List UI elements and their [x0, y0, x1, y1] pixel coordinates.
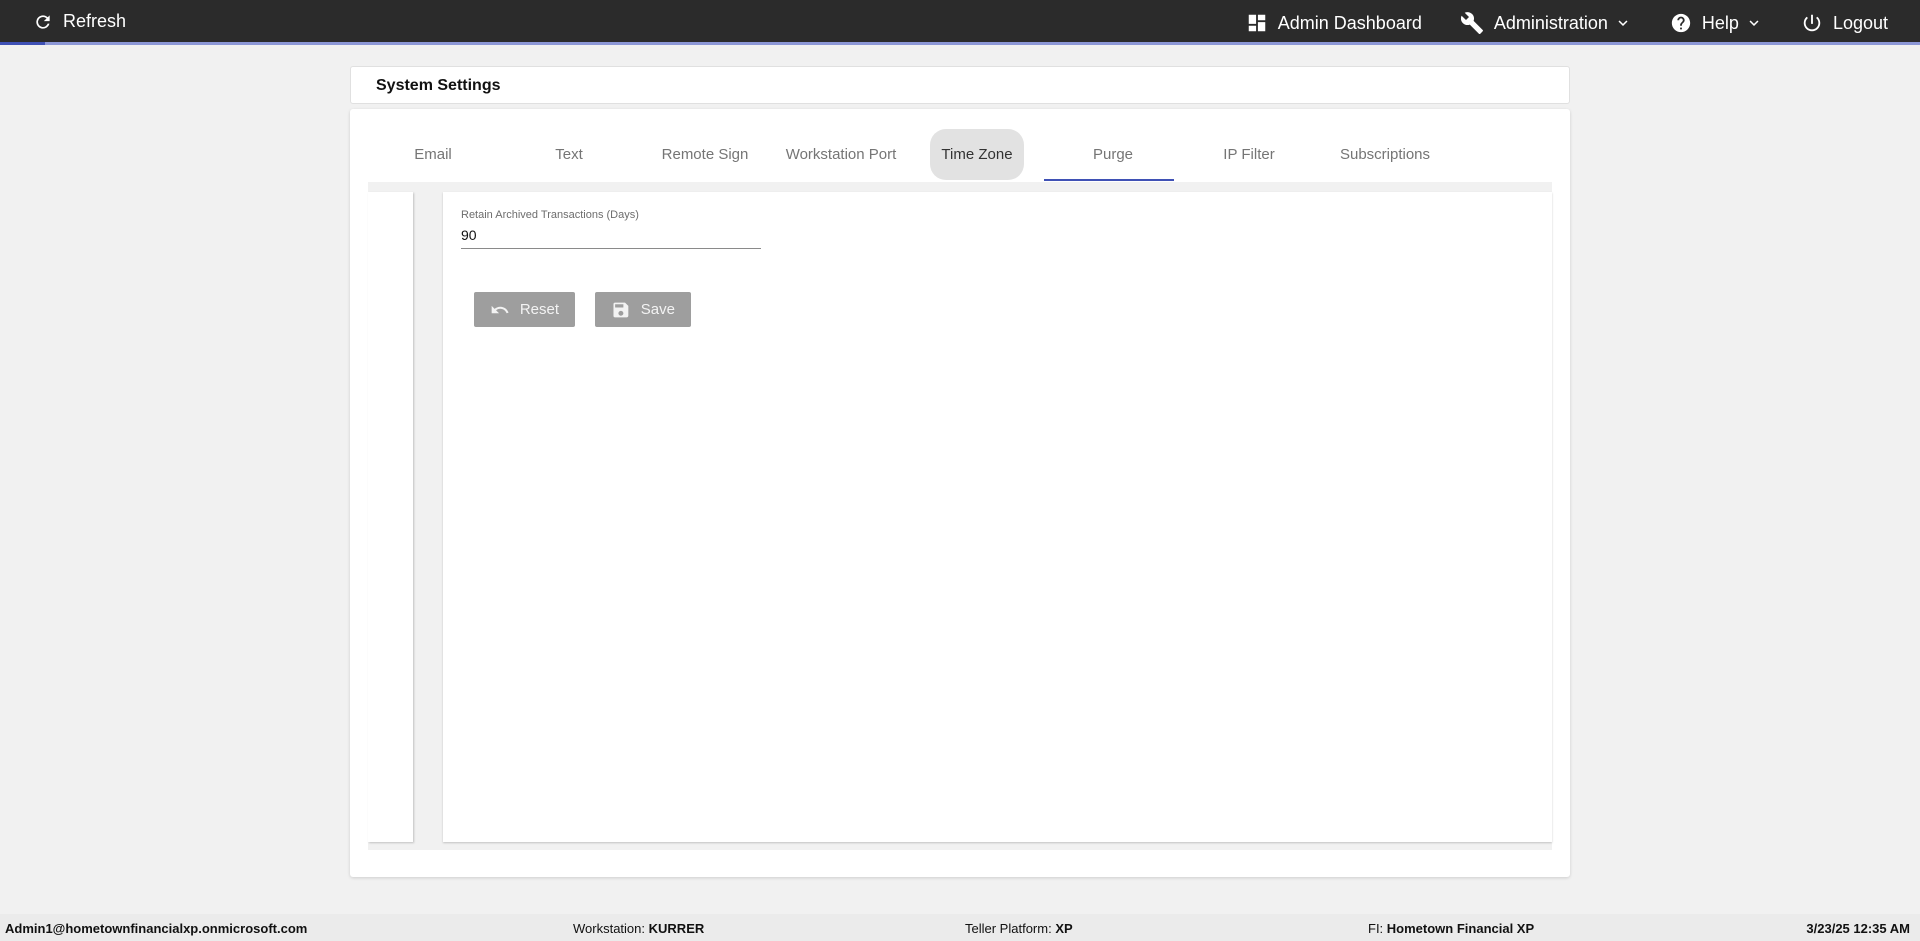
active-tab-indicator	[1044, 179, 1174, 181]
status-footer: Admin1@hometownfinancialxp.onmicrosoft.c…	[0, 914, 1920, 941]
refresh-icon	[36, 14, 50, 29]
undo-icon	[491, 305, 509, 313]
wrench-icon	[1460, 12, 1483, 34]
tab-ip-filter[interactable]: IP Filter	[1184, 129, 1314, 180]
footer-user-value: Admin1@hometownfinancialxp.onmicrosoft.c…	[5, 921, 308, 936]
save-icon	[613, 302, 629, 317]
help-label: Help	[1701, 12, 1739, 33]
power-icon	[1803, 14, 1821, 32]
administration-label: Administration	[1493, 12, 1608, 33]
footer-platform-value: XP	[1055, 921, 1073, 936]
reset-button[interactable]: Reset	[474, 292, 575, 327]
footer-datetime-value: 3/23/25 12:35 AM	[1806, 921, 1910, 936]
dashboard-icon	[1248, 14, 1266, 32]
purge-panel: Retain Archived Transactions (Days) Rese…	[443, 192, 1552, 842]
footer-platform-label: Teller Platform:	[965, 921, 1052, 936]
admin-dashboard-link[interactable]: Admin Dashboard	[1246, 12, 1422, 34]
tab-remote-sign[interactable]: Remote Sign	[640, 129, 770, 180]
side-panel	[368, 192, 413, 842]
refresh-label: Refresh	[63, 11, 127, 31]
top-navigation-bar: Refresh Admin Dashboard Administration H…	[0, 0, 1920, 45]
footer-workstation-label: Workstation:	[573, 921, 646, 936]
chevron-down-icon	[1618, 20, 1628, 26]
logout-button[interactable]: Logout	[1801, 12, 1888, 34]
save-label: Save	[640, 301, 675, 318]
tab-workstation-port[interactable]: Workstation Port	[776, 129, 906, 180]
retain-days-field: Retain Archived Transactions (Days)	[461, 209, 761, 249]
page-title: System Settings	[376, 77, 501, 94]
tab-email[interactable]: Email	[368, 129, 498, 180]
footer-datetime: 3/23/25 12:35 AM	[1806, 921, 1910, 936]
reset-label: Reset	[519, 301, 559, 318]
page-header: System Settings	[350, 66, 1570, 104]
footer-fi: FI: Hometown Financial XP	[1368, 921, 1534, 936]
tab-subscriptions[interactable]: Subscriptions	[1320, 129, 1450, 180]
settings-card: Email Text Remote Sign Workstation Port …	[350, 109, 1570, 877]
progress-fill	[0, 42, 45, 45]
administration-menu[interactable]: Administration	[1460, 11, 1632, 35]
loading-progress-bar	[0, 42, 1920, 45]
footer-platform: Teller Platform: XP	[965, 921, 1073, 936]
help-menu[interactable]: Help	[1670, 12, 1763, 34]
tab-purge[interactable]: Purge	[1048, 129, 1178, 180]
chevron-down-icon	[1749, 20, 1759, 26]
refresh-button[interactable]: Refresh	[33, 11, 126, 32]
retain-days-input[interactable]	[461, 227, 761, 249]
footer-user: Admin1@hometownfinancialxp.onmicrosoft.c…	[5, 921, 307, 936]
tab-text[interactable]: Text	[504, 129, 634, 180]
right-nav: Admin Dashboard Administration Help Logo…	[1246, 11, 1888, 35]
footer-workstation-value: KURRER	[648, 921, 705, 936]
tab-content-area: Retain Archived Transactions (Days) Rese…	[368, 182, 1552, 850]
save-button[interactable]: Save	[595, 292, 691, 327]
retain-days-label: Retain Archived Transactions (Days)	[461, 209, 639, 221]
tab-time-zone[interactable]: Time Zone	[930, 129, 1024, 180]
footer-fi-value: Hometown Financial XP	[1386, 921, 1535, 936]
admin-dashboard-label: Admin Dashboard	[1277, 12, 1422, 33]
footer-workstation: Workstation: KURRER	[573, 921, 704, 936]
help-icon	[1671, 13, 1691, 33]
footer-fi-label: FI:	[1368, 921, 1384, 936]
logout-label: Logout	[1832, 12, 1888, 33]
